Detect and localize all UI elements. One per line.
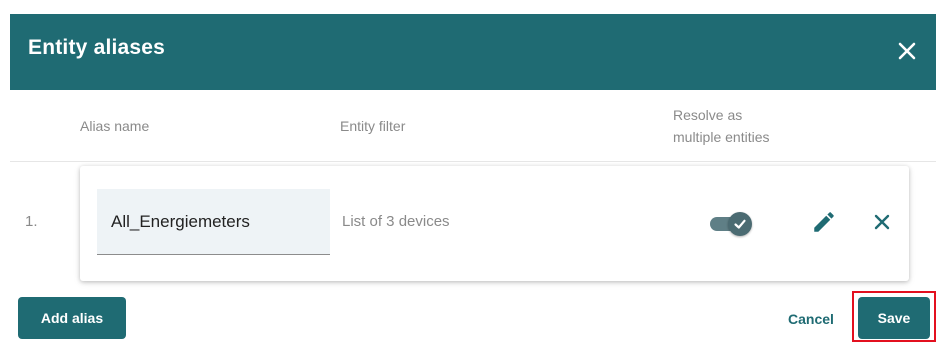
entity-aliases-dialog: Entity aliases Alias name Entity filter …: [0, 0, 940, 342]
dialog-title: Entity aliases: [28, 36, 166, 59]
save-button[interactable]: Save: [858, 297, 930, 339]
alias-row: All_Energiemeters List of 3 devices: [80, 166, 909, 281]
alias-row-index: 1.: [25, 213, 38, 230]
dialog-header: Entity aliases: [10, 14, 936, 90]
add-alias-button[interactable]: Add alias: [18, 297, 126, 339]
close-icon: [898, 42, 916, 60]
column-header-alias-name: Alias name: [80, 118, 150, 134]
column-header-resolve-multiple: Resolve as multiple entities: [673, 104, 823, 148]
close-icon: [874, 214, 890, 230]
alias-name-input[interactable]: All_Energiemeters: [97, 189, 330, 255]
resolve-header-line2: multiple entities: [673, 129, 770, 145]
column-header-entity-filter: Entity filter: [340, 118, 406, 134]
close-button[interactable]: [892, 36, 922, 66]
toggle-knob: [728, 212, 752, 236]
cancel-button[interactable]: Cancel: [776, 302, 846, 336]
delete-alias-button[interactable]: [869, 209, 895, 235]
resolve-multiple-toggle[interactable]: [708, 208, 758, 238]
resolve-header-line1: Resolve as: [673, 107, 743, 123]
edit-alias-button[interactable]: [811, 209, 837, 235]
pencil-icon: [814, 212, 834, 232]
column-headers: Alias name Entity filter Resolve as mult…: [10, 90, 936, 162]
check-icon: [734, 219, 746, 229]
entity-filter-value: List of 3 devices: [342, 213, 450, 230]
